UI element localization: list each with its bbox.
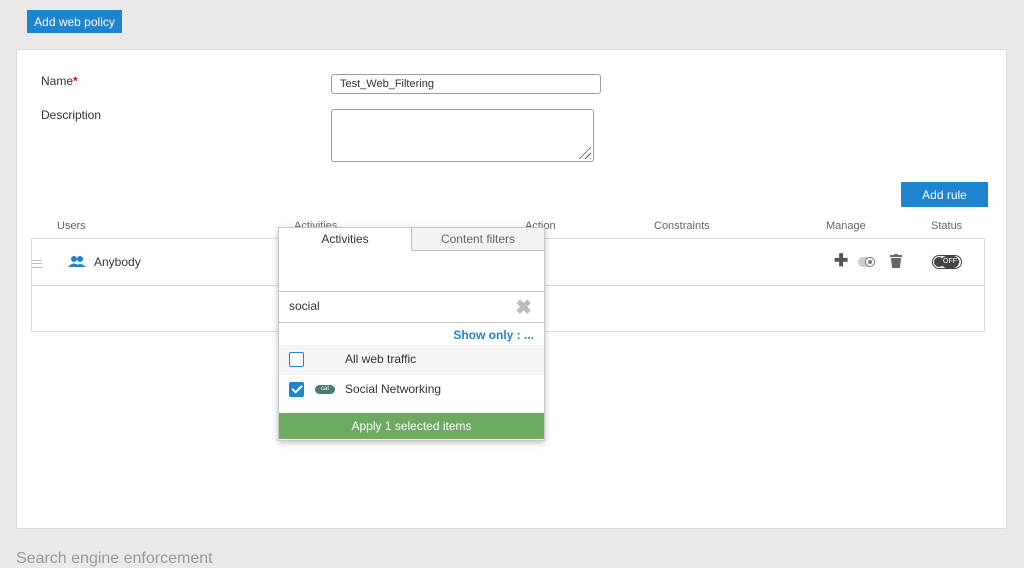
- apply-selected-button[interactable]: Apply 1 selected items: [279, 413, 544, 439]
- clear-icon[interactable]: ✖: [515, 295, 532, 320]
- status-text: OFF: [941, 256, 959, 268]
- name-input[interactable]: [331, 74, 601, 94]
- option-all-web-traffic[interactable]: All web traffic: [279, 345, 544, 375]
- category-badge: cat: [315, 385, 335, 394]
- section-title: Search engine enforcement: [16, 550, 213, 567]
- status-toggle[interactable]: OFF: [932, 255, 962, 269]
- description-textarea[interactable]: [331, 109, 594, 162]
- col-status: Status: [931, 220, 963, 232]
- resize-grip-icon[interactable]: [577, 145, 591, 159]
- activity-search-input[interactable]: social ✖: [279, 291, 544, 323]
- required-marker: *: [73, 74, 78, 88]
- search-value: social: [289, 299, 320, 313]
- col-constraints: Constraints: [654, 220, 710, 232]
- trash-icon[interactable]: [890, 254, 902, 268]
- checkbox[interactable]: [289, 352, 304, 367]
- description-label: Description: [41, 108, 102, 122]
- show-only-link[interactable]: Show only : ...: [453, 328, 534, 342]
- users-icon: [68, 256, 86, 267]
- add-icon[interactable]: ✚: [834, 251, 848, 271]
- col-users: Users: [57, 220, 86, 232]
- add-web-policy-button[interactable]: Add web policy: [27, 10, 122, 33]
- option-label: All web traffic: [345, 352, 417, 366]
- checkbox-checked[interactable]: [289, 382, 304, 397]
- tab-activities[interactable]: Activities: [279, 228, 412, 250]
- drag-handle-icon[interactable]: [32, 260, 42, 268]
- rule-user: Anybody: [94, 255, 141, 269]
- name-label-text: Name: [41, 74, 74, 88]
- option-label: Social Networking: [345, 382, 442, 396]
- add-rule-button[interactable]: Add rule: [901, 182, 988, 207]
- col-manage: Manage: [826, 220, 866, 232]
- tab-content-filters[interactable]: Content filters: [412, 228, 544, 251]
- name-label: Name*: [41, 74, 78, 88]
- option-social-networking[interactable]: cat Social Networking: [279, 375, 544, 405]
- clone-icon[interactable]: [858, 256, 876, 268]
- activities-dropdown: Activities Content filters social ✖ Show…: [278, 227, 545, 441]
